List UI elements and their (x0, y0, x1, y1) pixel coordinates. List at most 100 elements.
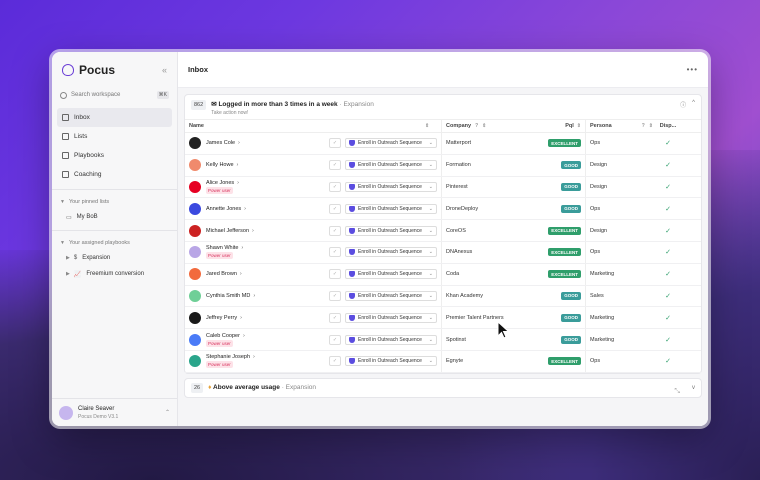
cell-display: ✓ (657, 227, 679, 235)
sidebar-item-label: Playbooks (74, 152, 104, 159)
sidebar-item-lists[interactable]: Lists (57, 127, 172, 146)
person-name[interactable]: Alice Jones (206, 180, 234, 186)
cell-display: ✓ (657, 248, 679, 256)
sort-icon[interactable]: ⇕ (577, 123, 581, 129)
chevron-down-icon: ⌄ (428, 162, 433, 169)
table-row[interactable]: Stephanie Joseph › Power user ✓ Enroll in… (185, 350, 701, 373)
check-icon[interactable]: ✓ (329, 160, 341, 171)
cell-display: ✓ (657, 139, 679, 147)
table-row[interactable]: Jeffrey Perry › ✓ Enroll in Outreach Sequ… (185, 307, 701, 330)
chevron-down-icon: ⌄ (428, 140, 433, 147)
pinned-lists-toggle[interactable]: ▼ Your pinned lists (52, 195, 177, 209)
assigned-playbooks-toggle[interactable]: ▼ Your assigned playbooks (52, 236, 177, 250)
enroll-dropdown[interactable]: Enroll in Outreach Sequence ⌄ (345, 247, 437, 258)
table-row[interactable]: Alice Jones › Power user ✓ Enroll in Outr… (185, 176, 701, 199)
chevron-right-icon: › (252, 227, 254, 234)
enroll-dropdown[interactable]: Enroll in Outreach Sequence ⌄ (345, 138, 437, 149)
cell-persona: Design (585, 176, 657, 198)
collapse-sidebar-icon[interactable]: « (162, 65, 167, 75)
check-icon[interactable]: ✓ (329, 247, 341, 258)
person-name[interactable]: Jared Brown (206, 271, 237, 277)
table-row[interactable]: Shawn White › Power user ✓ Enroll in Outr… (185, 241, 701, 264)
enroll-dropdown[interactable]: Enroll in Outreach Sequence ⌄ (345, 334, 437, 345)
check-icon[interactable]: ✓ (329, 225, 341, 236)
table-row[interactable]: Cynthia Smith MD › ✓ Enroll in Outreach S… (185, 285, 701, 308)
column-persona[interactable]: Persona ? ⇕ (585, 120, 657, 132)
cell-company: Egnyte (441, 350, 541, 372)
sidebar-item-playbooks[interactable]: Playbooks (57, 146, 172, 165)
column-name[interactable]: Name ⇕ (185, 123, 429, 129)
power-user-badge: Power user (206, 361, 233, 369)
collapse-icon[interactable]: ^ (692, 100, 695, 109)
checkmark-icon: ✓ (665, 140, 671, 148)
sidebar-item-coaching[interactable]: Coaching (57, 165, 172, 184)
playbook-item-freemium[interactable]: ▶ 📈 Freemium conversion (52, 266, 177, 282)
person-name[interactable]: Kelly Howe (206, 162, 234, 168)
enroll-dropdown[interactable]: Enroll in Outreach Sequence ⌄ (345, 269, 437, 280)
enroll-dropdown[interactable]: Enroll in Outreach Sequence ⌄ (345, 225, 437, 236)
check-icon[interactable]: ✓ (329, 334, 341, 345)
info-icon[interactable]: ⓘ (680, 100, 686, 109)
group-card-collapsed[interactable]: 26 ♦ Above average usage · Expansion v (184, 377, 702, 398)
column-label: Company (446, 123, 472, 129)
company-logo-icon (189, 224, 201, 237)
column-company[interactable]: Company ? ⇕ (441, 120, 541, 132)
table-row[interactable]: Caleb Cooper › Power user ✓ Enroll in Out… (185, 329, 701, 351)
check-icon[interactable]: ✓ (329, 203, 341, 214)
table-row[interactable]: Michael Jefferson › ✓ Enroll in Outreach … (185, 220, 701, 242)
sidebar-item-inbox[interactable]: Inbox (57, 108, 172, 127)
playbook-label: Freemium conversion (86, 271, 145, 277)
person-name[interactable]: Jeffrey Perry (206, 315, 237, 321)
cell-name: Alice Jones › Power user (185, 180, 329, 194)
sort-icon[interactable]: ⇕ (425, 123, 429, 129)
person-name[interactable]: Caleb Cooper (206, 333, 240, 339)
enroll-label: Enroll in Outreach Sequence (358, 314, 422, 321)
cell-actions: ✓ Enroll in Outreach Sequence ⌄ (329, 290, 441, 301)
search-input[interactable]: Search workspace ⌘K (60, 88, 169, 102)
enroll-dropdown[interactable]: Enroll in Outreach Sequence ⌄ (345, 181, 437, 192)
cell-name: Jeffrey Perry › (185, 311, 329, 324)
enroll-dropdown[interactable]: Enroll in Outreach Sequence ⌄ (345, 356, 437, 367)
check-icon[interactable]: ✓ (329, 181, 341, 192)
checkmark-icon: ✓ (665, 227, 671, 235)
user-name: Claire Seaver (78, 405, 115, 412)
check-icon[interactable]: ✓ (329, 356, 341, 367)
person-name[interactable]: Cynthia Smith MD (206, 293, 250, 299)
playbook-item-expansion[interactable]: ▶ $ Expansion (52, 250, 177, 266)
group-header[interactable]: 862 ✉ Logged in more than 3 times in a w… (185, 95, 701, 119)
expand-icon[interactable]: v (692, 385, 695, 391)
app-name: Pocus (79, 63, 116, 77)
sort-icon[interactable]: ⇕ (649, 123, 653, 129)
enroll-dropdown[interactable]: Enroll in Outreach Sequence ⌄ (345, 203, 437, 214)
pinned-list-item[interactable]: ▭ My BoB (52, 209, 177, 225)
chevron-right-icon: › (238, 140, 240, 147)
check-icon[interactable]: ✓ (329, 312, 341, 323)
person-name[interactable]: Michael Jefferson (206, 228, 249, 234)
cell-name: Stephanie Joseph › Power user (185, 354, 329, 369)
enroll-dropdown[interactable]: Enroll in Outreach Sequence ⌄ (345, 312, 437, 323)
person-name[interactable]: Shawn White (206, 245, 238, 251)
more-options-icon[interactable]: ••• (687, 65, 698, 74)
user-menu[interactable]: Claire Seaver Pocus Demo V3.1 ⌃ (52, 398, 177, 426)
cell-name: Michael Jefferson › (185, 224, 329, 237)
cell-pql: GOOD (541, 335, 585, 344)
person-name[interactable]: Stephanie Joseph (206, 354, 250, 360)
person-name[interactable]: Annette Jones (206, 206, 241, 212)
enroll-dropdown[interactable]: Enroll in Outreach Sequence ⌄ (345, 290, 437, 301)
check-icon[interactable]: ✓ (329, 138, 341, 149)
table-row[interactable]: Kelly Howe › ✓ Enroll in Outreach Sequenc… (185, 154, 701, 177)
column-display[interactable]: Disp... (657, 123, 679, 129)
table-row[interactable]: James Cole › ✓ Enroll in Outreach Sequenc… (185, 133, 701, 155)
divider (52, 189, 177, 190)
cell-persona: Marketing (585, 307, 657, 329)
table-row[interactable]: Annette Jones › ✓ Enroll in Outreach Sequ… (185, 198, 701, 221)
table-row[interactable]: Jared Brown › ✓ Enroll in Outreach Sequen… (185, 263, 701, 286)
check-icon[interactable]: ✓ (329, 290, 341, 301)
column-pql[interactable]: Pql ⇕ (541, 123, 585, 129)
check-icon[interactable]: ✓ (329, 269, 341, 280)
enroll-dropdown[interactable]: Enroll in Outreach Sequence ⌄ (345, 160, 437, 171)
sort-icon[interactable]: ⇕ (482, 123, 486, 129)
fullscreen-icon[interactable]: ⤡ (674, 388, 680, 396)
list-icon (62, 133, 69, 140)
person-name[interactable]: James Cole (206, 140, 235, 146)
